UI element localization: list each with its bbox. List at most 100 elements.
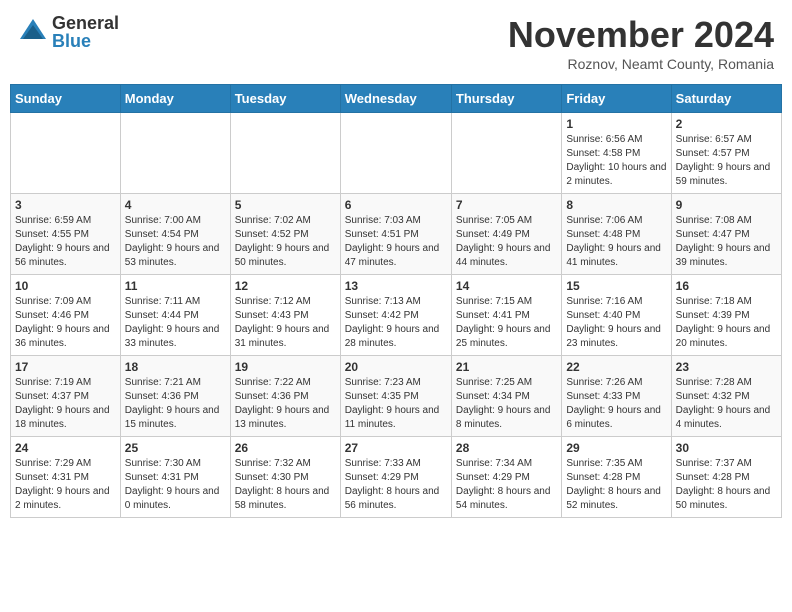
- day-number: 13: [345, 279, 447, 293]
- day-info: Sunrise: 6:57 AM Sunset: 4:57 PM Dayligh…: [676, 133, 777, 189]
- day-number: 23: [676, 360, 777, 374]
- header-sunday: Sunday: [11, 85, 121, 113]
- day-info: Sunrise: 7:33 AM Sunset: 4:29 PM Dayligh…: [345, 457, 447, 513]
- calendar-cell: 10Sunrise: 7:09 AM Sunset: 4:46 PM Dayli…: [11, 275, 121, 356]
- calendar-cell: [11, 113, 121, 194]
- day-number: 5: [235, 198, 336, 212]
- day-number: 22: [566, 360, 666, 374]
- day-number: 19: [235, 360, 336, 374]
- day-info: Sunrise: 7:09 AM Sunset: 4:46 PM Dayligh…: [15, 295, 116, 351]
- week-row-1: 1Sunrise: 6:56 AM Sunset: 4:58 PM Daylig…: [11, 113, 782, 194]
- day-number: 16: [676, 279, 777, 293]
- calendar-cell: 7 Sunrise: 7:05 AM Sunset: 4:49 PM Daylig…: [451, 194, 561, 275]
- logo: General Blue: [18, 14, 119, 50]
- header-row: Sunday Monday Tuesday Wednesday Thursday…: [11, 85, 782, 113]
- calendar-cell: 2Sunrise: 6:57 AM Sunset: 4:57 PM Daylig…: [671, 113, 781, 194]
- day-info: Sunrise: 7:35 AM Sunset: 4:28 PM Dayligh…: [566, 457, 666, 513]
- day-number: 14: [456, 279, 557, 293]
- calendar-cell: 3Sunrise: 6:59 AM Sunset: 4:55 PM Daylig…: [11, 194, 121, 275]
- day-number: 24: [15, 441, 116, 455]
- day-number: 27: [345, 441, 447, 455]
- day-info: Sunrise: 7:13 AM Sunset: 4:42 PM Dayligh…: [345, 295, 447, 351]
- calendar-cell: [120, 113, 230, 194]
- day-info: Sunrise: 7:16 AM Sunset: 4:40 PM Dayligh…: [566, 295, 666, 351]
- day-number: 30: [676, 441, 777, 455]
- calendar-cell: 9Sunrise: 7:08 AM Sunset: 4:47 PM Daylig…: [671, 194, 781, 275]
- day-number: 26: [235, 441, 336, 455]
- calendar-cell: 19 Sunrise: 7:22 AM Sunset: 4:36 PM Dayli…: [230, 356, 340, 437]
- calendar-cell: 18 Sunrise: 7:21 AM Sunset: 4:36 PM Dayli…: [120, 356, 230, 437]
- calendar-cell: 24 Sunrise: 7:29 AM Sunset: 4:31 PM Dayli…: [11, 437, 121, 518]
- day-number: 17: [15, 360, 116, 374]
- header-tuesday: Tuesday: [230, 85, 340, 113]
- calendar-header: Sunday Monday Tuesday Wednesday Thursday…: [11, 85, 782, 113]
- day-info: Sunrise: 7:05 AM Sunset: 4:49 PM Dayligh…: [456, 214, 557, 270]
- calendar-body: 1Sunrise: 6:56 AM Sunset: 4:58 PM Daylig…: [11, 113, 782, 518]
- calendar-cell: 27 Sunrise: 7:33 AM Sunset: 4:29 PM Dayli…: [340, 437, 451, 518]
- calendar-cell: 17 Sunrise: 7:19 AM Sunset: 4:37 PM Dayli…: [11, 356, 121, 437]
- calendar-cell: [230, 113, 340, 194]
- day-number: 28: [456, 441, 557, 455]
- day-number: 11: [125, 279, 226, 293]
- week-row-2: 3Sunrise: 6:59 AM Sunset: 4:55 PM Daylig…: [11, 194, 782, 275]
- day-info: Sunrise: 7:25 AM Sunset: 4:34 PM Dayligh…: [456, 376, 557, 432]
- day-number: 12: [235, 279, 336, 293]
- day-number: 18: [125, 360, 226, 374]
- day-info: Sunrise: 7:12 AM Sunset: 4:43 PM Dayligh…: [235, 295, 336, 351]
- day-info: Sunrise: 7:26 AM Sunset: 4:33 PM Dayligh…: [566, 376, 666, 432]
- day-number: 7: [456, 198, 557, 212]
- day-number: 29: [566, 441, 666, 455]
- day-info: Sunrise: 7:18 AM Sunset: 4:39 PM Dayligh…: [676, 295, 777, 351]
- day-number: 20: [345, 360, 447, 374]
- calendar-cell: 13 Sunrise: 7:13 AM Sunset: 4:42 PM Dayli…: [340, 275, 451, 356]
- header-wednesday: Wednesday: [340, 85, 451, 113]
- calendar-cell: 25 Sunrise: 7:30 AM Sunset: 4:31 PM Dayli…: [120, 437, 230, 518]
- day-number: 9: [676, 198, 777, 212]
- day-info: Sunrise: 7:00 AM Sunset: 4:54 PM Dayligh…: [125, 214, 226, 270]
- day-info: Sunrise: 6:56 AM Sunset: 4:58 PM Dayligh…: [566, 133, 666, 189]
- title-section: November 2024 Roznov, Neamt County, Roma…: [508, 14, 774, 72]
- week-row-4: 17 Sunrise: 7:19 AM Sunset: 4:37 PM Dayli…: [11, 356, 782, 437]
- logo-icon: [18, 17, 48, 47]
- calendar-cell: 26 Sunrise: 7:32 AM Sunset: 4:30 PM Dayli…: [230, 437, 340, 518]
- month-title: November 2024: [508, 14, 774, 56]
- day-info: Sunrise: 7:37 AM Sunset: 4:28 PM Dayligh…: [676, 457, 777, 513]
- day-number: 15: [566, 279, 666, 293]
- logo-text: General Blue: [52, 14, 119, 50]
- day-info: Sunrise: 7:11 AM Sunset: 4:44 PM Dayligh…: [125, 295, 226, 351]
- day-info: Sunrise: 7:30 AM Sunset: 4:31 PM Dayligh…: [125, 457, 226, 513]
- day-info: Sunrise: 7:29 AM Sunset: 4:31 PM Dayligh…: [15, 457, 116, 513]
- calendar-cell: 8 Sunrise: 7:06 AM Sunset: 4:48 PM Daylig…: [562, 194, 671, 275]
- calendar-cell: 1Sunrise: 6:56 AM Sunset: 4:58 PM Daylig…: [562, 113, 671, 194]
- header-monday: Monday: [120, 85, 230, 113]
- week-row-5: 24 Sunrise: 7:29 AM Sunset: 4:31 PM Dayli…: [11, 437, 782, 518]
- day-info: Sunrise: 7:19 AM Sunset: 4:37 PM Dayligh…: [15, 376, 116, 432]
- calendar-cell: 23Sunrise: 7:28 AM Sunset: 4:32 PM Dayli…: [671, 356, 781, 437]
- calendar-cell: 16 Sunrise: 7:18 AM Sunset: 4:39 PM Dayli…: [671, 275, 781, 356]
- calendar-cell: 22 Sunrise: 7:26 AM Sunset: 4:33 PM Dayli…: [562, 356, 671, 437]
- day-number: 25: [125, 441, 226, 455]
- logo-blue: Blue: [52, 32, 119, 50]
- calendar-cell: 4Sunrise: 7:00 AM Sunset: 4:54 PM Daylig…: [120, 194, 230, 275]
- calendar-cell: [451, 113, 561, 194]
- day-number: 6: [345, 198, 447, 212]
- day-info: Sunrise: 7:06 AM Sunset: 4:48 PM Dayligh…: [566, 214, 666, 270]
- calendar-cell: 11 Sunrise: 7:11 AM Sunset: 4:44 PM Dayli…: [120, 275, 230, 356]
- header-friday: Friday: [562, 85, 671, 113]
- day-info: Sunrise: 7:15 AM Sunset: 4:41 PM Dayligh…: [456, 295, 557, 351]
- calendar-table: Sunday Monday Tuesday Wednesday Thursday…: [10, 84, 782, 518]
- calendar-cell: 28Sunrise: 7:34 AM Sunset: 4:29 PM Dayli…: [451, 437, 561, 518]
- calendar-cell: 6 Sunrise: 7:03 AM Sunset: 4:51 PM Daylig…: [340, 194, 451, 275]
- calendar-cell: 14 Sunrise: 7:15 AM Sunset: 4:41 PM Dayli…: [451, 275, 561, 356]
- day-info: Sunrise: 7:03 AM Sunset: 4:51 PM Dayligh…: [345, 214, 447, 270]
- day-info: Sunrise: 7:32 AM Sunset: 4:30 PM Dayligh…: [235, 457, 336, 513]
- calendar-cell: 5Sunrise: 7:02 AM Sunset: 4:52 PM Daylig…: [230, 194, 340, 275]
- day-info: Sunrise: 7:22 AM Sunset: 4:36 PM Dayligh…: [235, 376, 336, 432]
- page-header: General Blue November 2024 Roznov, Neamt…: [10, 10, 782, 76]
- day-info: Sunrise: 7:21 AM Sunset: 4:36 PM Dayligh…: [125, 376, 226, 432]
- day-number: 3: [15, 198, 116, 212]
- calendar-cell: [340, 113, 451, 194]
- calendar-cell: 15 Sunrise: 7:16 AM Sunset: 4:40 PM Dayli…: [562, 275, 671, 356]
- calendar-cell: 20Sunrise: 7:23 AM Sunset: 4:35 PM Dayli…: [340, 356, 451, 437]
- day-number: 8: [566, 198, 666, 212]
